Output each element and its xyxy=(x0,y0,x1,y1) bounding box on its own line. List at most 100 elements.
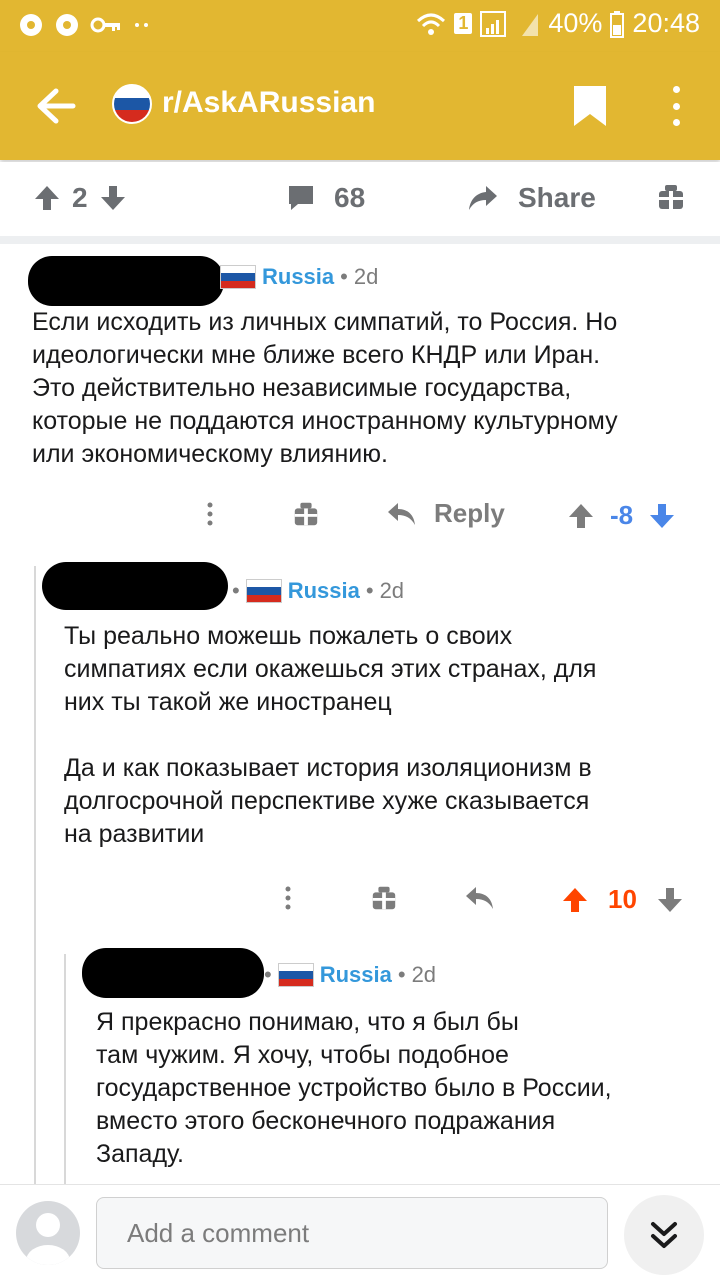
comment-more-button[interactable] xyxy=(274,884,302,912)
battery-percent: 40% xyxy=(548,8,603,38)
russia-flag-icon xyxy=(277,963,314,987)
comment-vote: -8 xyxy=(566,500,677,531)
comment-line: на развитии xyxy=(64,820,205,848)
user-flair: Russia xyxy=(262,264,335,289)
gift-icon xyxy=(659,185,683,209)
redacted-username xyxy=(42,562,228,610)
comment-line: симпатиях если окажешься этих странах, д… xyxy=(64,655,597,683)
upvote-icon[interactable] xyxy=(566,501,596,531)
aperture-icon xyxy=(56,14,78,36)
subreddit-avatar[interactable] xyxy=(112,84,152,124)
comment-line: Это действительно независимые государств… xyxy=(32,374,572,402)
comment-age: 2d xyxy=(411,962,437,987)
comment-vote: 10 xyxy=(560,884,685,915)
comment-award-button[interactable] xyxy=(370,884,398,912)
user-silhouette-icon xyxy=(26,1213,70,1265)
redacted-username xyxy=(28,256,224,306)
next-comment-button[interactable] xyxy=(624,1195,704,1275)
comment-line: которые не поддаются иностранному культу… xyxy=(32,407,618,435)
thread-line[interactable] xyxy=(34,566,36,1184)
share-label: Share xyxy=(518,182,596,213)
upvote-icon[interactable] xyxy=(32,183,62,213)
comment-score: -8 xyxy=(610,500,634,530)
system-indicators: 1 40% 20:48 xyxy=(416,8,700,39)
downvote-icon[interactable] xyxy=(98,183,128,213)
comment-line: там чужим. Я хочу, чтобы подобное xyxy=(96,1041,509,1069)
comment-line: или экономическому влиянию. xyxy=(32,440,388,468)
more-notifications-icon xyxy=(135,23,148,27)
reply-button[interactable] xyxy=(464,884,496,912)
comment-meta: • Russia • 2d xyxy=(232,578,404,604)
comment-line: Ты реально можешь пожалеть о своих xyxy=(64,622,513,650)
gift-icon xyxy=(372,886,396,910)
award-button[interactable] xyxy=(656,182,686,212)
post-action-bar: 2 68 Share xyxy=(0,162,720,240)
back-button[interactable] xyxy=(28,78,84,134)
share-arrow-icon xyxy=(469,186,497,210)
comment-award-button[interactable] xyxy=(292,500,320,528)
upvote-icon[interactable] xyxy=(560,885,590,915)
app-bar: r/AskARussian xyxy=(0,52,720,160)
meta-separator: • xyxy=(365,578,374,603)
comment-line: Я прекрасно понимаю, что я был бы xyxy=(96,1008,519,1036)
aperture-icon xyxy=(20,14,42,36)
meta-separator: • xyxy=(340,264,348,289)
comment-line: Если исходить из личных симпатий, то Рос… xyxy=(32,308,618,336)
overflow-menu-button[interactable] xyxy=(662,82,690,130)
notification-icons xyxy=(18,12,152,38)
add-comment-input[interactable]: Add a comment xyxy=(96,1197,608,1269)
battery-icon xyxy=(610,10,625,38)
post-score: 2 xyxy=(72,182,88,213)
comment-meta: • Russia • 2d xyxy=(264,962,436,988)
thread-line[interactable] xyxy=(64,954,66,1184)
status-bar: 1 40% 20:48 xyxy=(0,0,720,52)
signal-icon xyxy=(480,10,507,37)
dot-icon xyxy=(672,86,680,93)
comment-line: идеологически мне ближе всего КНДР или И… xyxy=(32,341,601,369)
key-icon xyxy=(90,17,120,33)
gift-icon xyxy=(294,502,318,526)
comment-body: Ты реально можешь пожалеть о своих симпа… xyxy=(64,620,596,851)
comment-line: вместо этого бесконечного подражания xyxy=(96,1107,556,1135)
vertical-dots-icon xyxy=(285,886,291,910)
comment-line: Западу. xyxy=(96,1140,184,1168)
subreddit-title[interactable]: r/AskARussian xyxy=(162,86,375,120)
reply-arrow-icon xyxy=(388,502,415,525)
comment-line: государственное устройство было в России… xyxy=(96,1074,612,1102)
wifi-icon xyxy=(417,13,446,35)
clock: 20:48 xyxy=(632,8,700,38)
vertical-dots-icon xyxy=(207,502,213,526)
reply-button[interactable]: Reply xyxy=(386,498,505,529)
comment-body: Я прекрасно понимаю, что я был бы там чу… xyxy=(96,1006,612,1171)
meta-separator: • xyxy=(232,578,240,603)
reply-arrow-icon xyxy=(466,887,493,909)
bookmark-icon xyxy=(574,86,606,126)
comment-body: Если исходить из личных симпатий, то Рос… xyxy=(32,306,618,471)
comment-more-button[interactable] xyxy=(196,500,224,528)
comment-age: 2d xyxy=(353,264,379,289)
user-flair: Russia xyxy=(319,962,392,987)
dot-icon xyxy=(672,102,680,110)
comment-meta: Russia • 2d xyxy=(220,264,378,290)
comments-count-button[interactable]: 68 xyxy=(286,182,365,214)
comment-score: 10 xyxy=(608,884,637,914)
comment-line: долгосрочной перспективе хуже сказываетс… xyxy=(64,787,590,815)
comment-bubble-icon xyxy=(289,186,313,210)
sim-badge: 1 xyxy=(454,13,473,34)
share-button[interactable]: Share xyxy=(466,182,596,214)
dot-icon xyxy=(672,119,680,126)
redacted-username xyxy=(82,948,264,998)
reply-label: Reply xyxy=(434,498,505,528)
comment-line: Да и как показывает история изоляционизм… xyxy=(64,754,592,782)
russia-flag-icon xyxy=(245,579,282,603)
meta-separator: • xyxy=(397,962,406,987)
signal-2-icon xyxy=(522,13,539,36)
bookmark-button[interactable] xyxy=(570,84,610,128)
meta-separator: • xyxy=(264,962,272,987)
comment-line xyxy=(64,719,596,752)
arrow-left-icon xyxy=(37,88,76,124)
user-avatar[interactable] xyxy=(16,1201,80,1265)
downvote-icon[interactable] xyxy=(655,885,685,915)
double-chevron-down-icon xyxy=(651,1222,677,1248)
downvote-icon[interactable] xyxy=(647,501,677,531)
